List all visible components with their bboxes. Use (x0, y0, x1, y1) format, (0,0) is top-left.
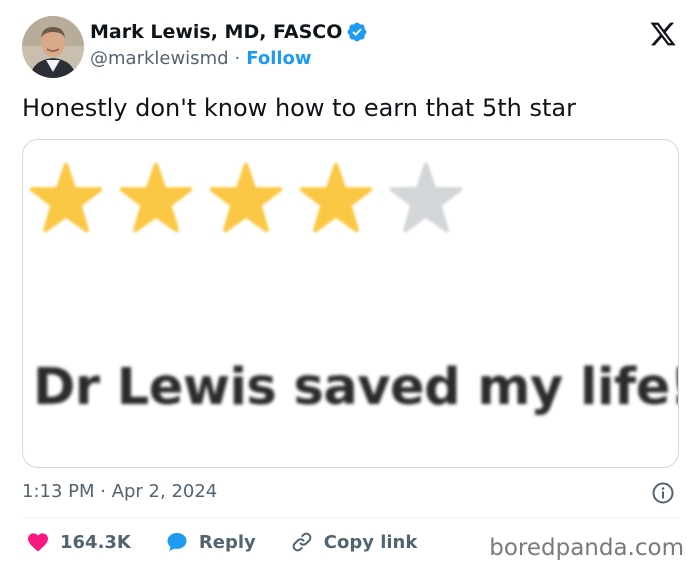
handle-row: @marklewismd · Follow (90, 48, 312, 69)
x-logo-icon[interactable] (648, 20, 678, 48)
copy-link-label: Copy link (323, 531, 418, 553)
profile-photo-icon (22, 16, 84, 78)
divider (22, 517, 678, 518)
avatar[interactable] (22, 16, 84, 78)
separator-dot: · (234, 48, 241, 69)
reply-bubble-icon (167, 533, 187, 551)
star-rating (29, 162, 463, 236)
copy-link-button[interactable]: Copy link (290, 530, 418, 554)
info-icon[interactable] (651, 481, 675, 505)
heart-icon (28, 533, 48, 552)
link-icon (292, 532, 312, 552)
verified-badge-icon (347, 22, 367, 42)
star-empty-icon (389, 162, 463, 233)
author-handle[interactable]: @marklewismd (90, 48, 229, 69)
author-name-row: Mark Lewis, MD, FASCO (90, 21, 368, 43)
review-text: Dr Lewis saved my life! (33, 358, 679, 417)
reply-button[interactable]: Reply (165, 530, 256, 554)
media-image[interactable]: Dr Lewis saved my life! (22, 139, 679, 468)
tweet-timestamp[interactable]: 1:13 PM · Apr 2, 2024 (22, 481, 217, 502)
follow-button[interactable]: Follow (246, 48, 311, 69)
like-button[interactable]: 164.3K (26, 530, 131, 554)
author-name[interactable]: Mark Lewis, MD, FASCO (90, 21, 342, 43)
star-filled-icon (299, 162, 373, 233)
watermark: boredpanda.com (489, 535, 684, 561)
reply-label: Reply (198, 531, 256, 553)
action-bar: 164.3K Reply Copy link (26, 530, 451, 554)
like-count: 164.3K (60, 531, 131, 553)
star-filled-icon (209, 162, 283, 233)
star-filled-icon (29, 162, 103, 233)
tweet-text: Honestly don't know how to earn that 5th… (22, 94, 576, 122)
star-filled-icon (119, 162, 193, 233)
